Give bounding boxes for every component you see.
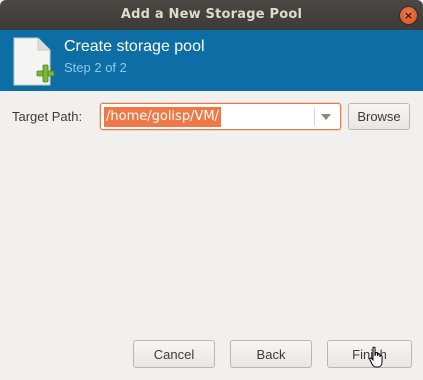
wizard-header: Create storage pool Step 2 of 2 xyxy=(0,30,423,91)
window-titlebar[interactable]: Add a New Storage Pool × xyxy=(0,0,423,30)
wizard-step-indicator: Step 2 of 2 xyxy=(64,60,127,75)
window-title: Add a New Storage Pool xyxy=(120,7,303,22)
wizard-title: Create storage pool xyxy=(64,38,205,55)
close-icon: × xyxy=(403,9,414,22)
hand-pointer-icon xyxy=(369,346,383,368)
target-path-label: Target Path: xyxy=(12,109,83,124)
new-document-icon xyxy=(13,37,55,86)
browse-button[interactable]: Browse xyxy=(348,103,410,130)
combo-divider xyxy=(314,107,315,126)
target-path-combobox[interactable]: /home/golisp/VM/ xyxy=(100,103,341,130)
target-path-input[interactable]: /home/golisp/VM/ xyxy=(104,107,221,127)
close-button[interactable]: × xyxy=(400,7,417,24)
cancel-button[interactable]: Cancel xyxy=(133,340,215,368)
back-button[interactable]: Back xyxy=(230,340,312,368)
chevron-down-icon[interactable] xyxy=(321,114,331,120)
